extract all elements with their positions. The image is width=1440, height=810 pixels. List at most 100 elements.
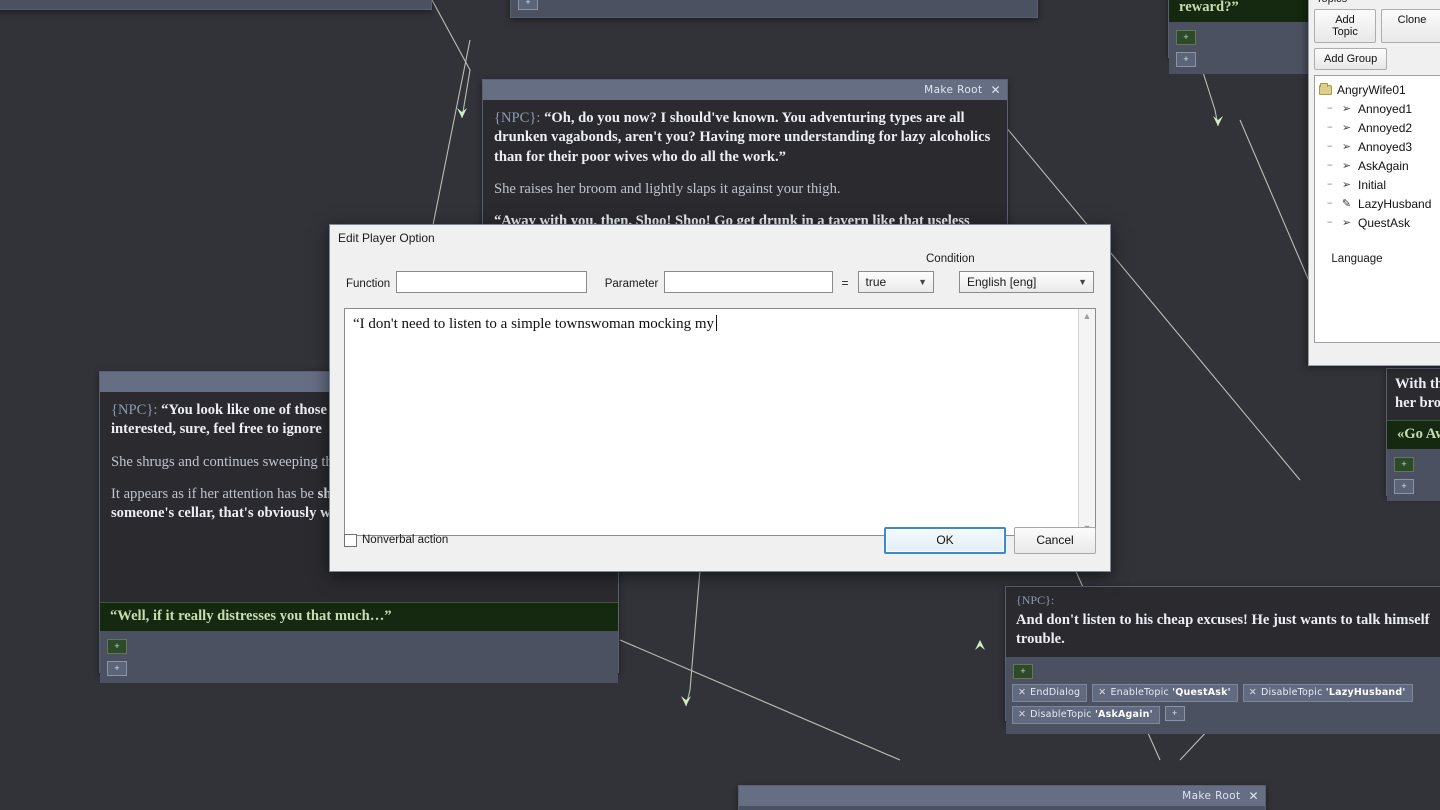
clone-button[interactable]: Clone [1381,9,1440,43]
make-root-button[interactable]: Make Root [1182,790,1240,802]
add-child-button[interactable]: + [1176,30,1196,45]
tree-item-label: Annoyed3 [1358,139,1413,154]
add-option-button[interactable]: + [1394,478,1414,494]
dialog-node-top-left[interactable] [0,0,432,10]
speaker-label: {NPC}: [1016,593,1055,607]
npc-line-1a: “You look like one of those a [161,402,338,418]
action-tag[interactable]: ✕ DisableTopic 'LazyHusband' [1242,684,1413,703]
add-child-button[interactable]: + [107,639,127,654]
function-label: Function [346,278,391,290]
add-topic-button[interactable]: Add Topic [1314,9,1376,43]
dialog-node-npc-top[interactable]: Make Root ✕ {NPC}: “Oh, do you now? I sh… [482,79,1008,242]
tree-item-lazyhusband[interactable]: -- ✎ LazyHusband [1318,194,1438,213]
action-tag[interactable]: ✕ EnableTopic 'QuestAsk' [1092,684,1238,703]
tree-item[interactable]: -- ➢ Initial [1318,175,1438,194]
tree-item-label: QuestAsk [1358,215,1411,230]
edit-player-option-dialog[interactable]: Edit Player Option Condition Language Fu… [329,224,1383,572]
tree-item[interactable]: -- ➢ Annoyed1 [1318,99,1438,118]
tree-item-label: LazyHusband [1358,196,1432,211]
player-option-text[interactable]: «Go Aw [1387,419,1440,449]
function-input[interactable] [396,271,587,293]
close-icon[interactable]: ✕ [991,83,1001,97]
speaker-label: {NPC}: [111,402,158,418]
node-footer: + [1006,657,1440,682]
language-value-text: English [eng] [967,275,1037,289]
action-tag-label: DisableTopic [1030,709,1092,721]
tree-item-root[interactable]: AngryWife01 [1318,80,1438,99]
tree-item[interactable]: -- ➢ Annoyed3 [1318,137,1438,156]
action-tag[interactable]: ✕ EndDialog [1012,684,1088,703]
tree-branch-line: -- [1327,160,1333,171]
player-option-text[interactable]: reward?” [1169,0,1312,22]
dialog-node-bottom-right[interactable]: {NPC}: And don't listen to his cheap exc… [1005,586,1440,735]
tree-item[interactable]: -- ➢ Annoyed2 [1318,118,1438,137]
nonverbal-action-checkbox[interactable] [344,533,357,547]
node-actions: ✕ EndDialog ✕ EnableTopic 'QuestAsk' ✕ Disa… [1006,681,1440,735]
remove-icon[interactable]: ✕ [1098,687,1106,698]
scrollbar-track[interactable] [1079,321,1095,523]
pencil-icon: ✎ [1341,198,1352,210]
tree-item-label: Initial [1358,177,1387,192]
tree-item[interactable]: -- ➢ AskAgain [1318,156,1438,175]
npc-line-1: And don't listen to his cheap excuses! H… [1016,611,1430,628]
npc-line-1: With th [1395,376,1440,392]
tree-item[interactable]: -- ➢ QuestAsk [1318,213,1438,232]
close-icon[interactable]: ✕ [1249,789,1259,803]
dialog-node-top-right[interactable]: reward?” + + [1168,0,1313,74]
topic-node-icon: ➢ [1341,122,1352,134]
action-tag-arg: 'LazyHusband' [1325,687,1406,699]
make-root-button[interactable]: Make Root [924,84,982,96]
dialog-graph-canvas[interactable]: + Make Root ✕ {NPC}: “Oh, do you now? I … [0,0,1440,810]
add-option-button[interactable]: + [1176,52,1196,67]
tree-branch-line: -- [1327,103,1333,114]
cancel-button[interactable]: Cancel [1014,526,1096,554]
node-header[interactable]: Make Root ✕ [739,786,1265,806]
npc-dialog-text: With th her bro [1387,369,1440,420]
condition-row: Condition Language Function Parameter = … [330,251,1383,299]
action-tag[interactable]: ✕ DisableTopic 'AskAgain' [1012,706,1160,725]
add-group-button[interactable]: Add Group [1314,48,1388,70]
dialog-node-top-center[interactable]: + [510,0,1038,18]
tree-branch-line: -- [1327,198,1333,209]
add-option-button[interactable]: + [107,661,127,676]
action-tag-label: EndDialog [1030,687,1081,699]
dialog-node-bottom-center[interactable]: Make Root ✕ [738,785,1266,810]
nonverbal-action-checkbox-wrap[interactable]: Nonverbal action [344,533,448,547]
topics-panel[interactable]: Topics Add Topic Clone Add Group AngryWi… [1308,0,1440,366]
npc-line-1: “Oh, do you now? I should've known. You … [494,110,991,165]
scroll-up-icon[interactable]: ▲ [1083,311,1092,321]
topic-node-icon: ➢ [1341,160,1352,172]
action-tag-row: ✕ EndDialog ✕ EnableTopic 'QuestAsk' ✕ Disa… [1012,684,1440,703]
language-select[interactable]: English [eng] ▼ [959,271,1095,293]
npc-dialog-text: {NPC}: And don't listen to his cheap exc… [1006,587,1440,658]
ok-button[interactable]: OK [884,526,1006,554]
npc-line-2a: She shrugs and continues sweeping [111,453,318,470]
remove-icon[interactable]: ✕ [1249,687,1257,698]
add-action-button[interactable]: + [1164,706,1185,722]
vertical-scrollbar[interactable]: ▲ ▼ [1078,309,1095,535]
language-label: Language [1331,253,1383,265]
remove-icon[interactable]: ✕ [1018,687,1026,698]
remove-icon[interactable]: ✕ [1018,709,1026,720]
parameter-input[interactable] [664,271,833,293]
add-child-button[interactable]: + [518,0,538,10]
node-header[interactable]: Make Root ✕ [483,80,1007,100]
dialog-footer: Nonverbal action OK Cancel [330,509,1110,571]
topics-tree[interactable]: AngryWife01 -- ➢ Annoyed1 -- ➢ Annoyed2 … [1314,75,1440,343]
dialog-node-right-edge[interactable]: With th her bro «Go Aw + + [1386,368,1440,501]
tree-branch-line: -- [1327,217,1333,228]
action-tag-row: ✕ DisableTopic 'AskAgain' + [1012,706,1440,725]
condition-label: Condition [926,253,975,265]
player-option-text[interactable]: “Well, if it really distresses you that … [100,602,618,631]
chevron-down-icon: ▼ [1078,277,1088,287]
add-child-button[interactable]: + [1394,456,1414,472]
option-text-area-wrap[interactable]: “I don't need to listen to a simple town… [344,308,1096,536]
equals-sign: = [841,276,849,290]
tree-item-label: Annoyed1 [1358,101,1413,116]
option-text-area[interactable]: “I don't need to listen to a simple town… [345,309,1078,535]
condition-value-select[interactable]: true ▼ [857,271,934,293]
panel-title: Topics [1316,0,1440,5]
add-child-button[interactable]: + [1013,664,1033,680]
topics-button-row: Add Topic Clone [1314,9,1440,43]
node-footer: + + [1169,22,1312,74]
